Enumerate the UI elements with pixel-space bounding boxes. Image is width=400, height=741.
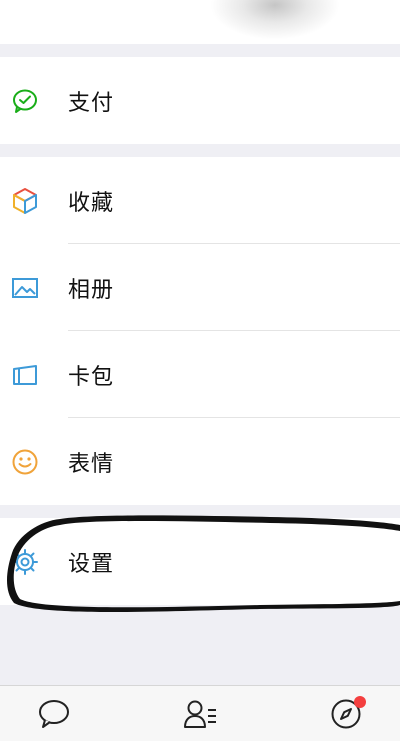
tools-group: 收藏 相册 卡包 表情 bbox=[0, 157, 400, 505]
tab-discover[interactable] bbox=[328, 696, 366, 734]
notification-badge bbox=[354, 696, 366, 708]
smiley-icon bbox=[10, 447, 40, 477]
menu-item-label: 收藏 bbox=[68, 190, 115, 216]
tab-chats[interactable] bbox=[36, 698, 72, 734]
tab-contacts[interactable] bbox=[182, 698, 218, 734]
menu-item-label: 设置 bbox=[68, 551, 115, 577]
menu-item-cards[interactable]: 卡包 bbox=[0, 331, 400, 418]
contacts-icon bbox=[182, 698, 218, 734]
profile-header-remnant bbox=[0, 0, 400, 44]
menu-item-label: 表情 bbox=[68, 451, 115, 477]
menu-item-label: 卡包 bbox=[68, 364, 115, 390]
menu-item-label: 支付 bbox=[68, 90, 115, 116]
picture-icon bbox=[10, 273, 40, 303]
wechat-pay-icon bbox=[10, 86, 40, 116]
cube-icon bbox=[10, 186, 40, 216]
gear-icon bbox=[10, 547, 40, 577]
menu-item-stickers[interactable]: 表情 bbox=[0, 418, 400, 505]
chat-bubble-icon bbox=[37, 698, 71, 734]
profile-image-fragment bbox=[210, 0, 340, 40]
settings-group: 设置 bbox=[0, 518, 400, 605]
pay-group: 支付 bbox=[0, 57, 400, 144]
menu-item-favorites[interactable]: 收藏 bbox=[0, 157, 400, 244]
menu-item-pay[interactable]: 支付 bbox=[0, 57, 400, 144]
menu-item-label: 相册 bbox=[68, 277, 115, 303]
bottom-tab-bar bbox=[0, 685, 400, 741]
menu-item-settings[interactable]: 设置 bbox=[0, 518, 400, 605]
menu-item-album[interactable]: 相册 bbox=[0, 244, 400, 331]
compass-icon bbox=[330, 696, 366, 734]
card-wallet-icon bbox=[10, 360, 40, 390]
